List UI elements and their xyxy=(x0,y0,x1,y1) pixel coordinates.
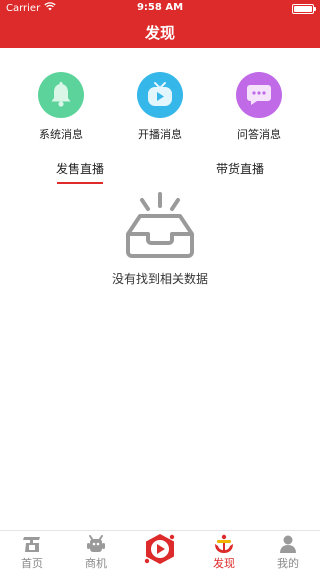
home-shop-icon xyxy=(0,533,64,555)
tab-center-play[interactable] xyxy=(142,534,178,568)
chat-bubble-icon xyxy=(236,72,282,118)
entry-label: 系统消息 xyxy=(39,128,83,141)
empty-box-icon xyxy=(0,190,320,262)
entry-system-messages[interactable]: 系统消息 xyxy=(21,72,101,142)
robot-icon xyxy=(64,533,128,555)
play-center-icon xyxy=(143,533,177,569)
tab-commerce-live[interactable]: 带货直播 xyxy=(180,160,300,177)
tv-play-icon xyxy=(137,72,183,118)
header: Carrier 9:58 AM 发现 xyxy=(0,0,320,48)
tab-label: 商机 xyxy=(85,557,107,569)
page-title: 发现 xyxy=(144,24,175,42)
message-entries: 系统消息 开播消息 问答消息 xyxy=(0,72,320,144)
empty-state: 没有找到相关数据 xyxy=(0,190,320,300)
empty-message: 没有找到相关数据 xyxy=(111,272,208,286)
tab-business[interactable]: 商机 xyxy=(64,533,128,569)
status-time: 9:58 AM xyxy=(136,2,184,13)
tab-mine[interactable]: 我的 xyxy=(256,533,320,569)
battery-icon xyxy=(292,4,316,14)
entry-qa-messages[interactable]: 问答消息 xyxy=(219,72,299,142)
tab-label: 首页 xyxy=(21,557,43,569)
app-root: Carrier 9:58 AM 发现 系统消息 开播消息 问答消息 发售直播 带… xyxy=(0,0,320,569)
battery-level xyxy=(294,6,312,12)
user-icon xyxy=(256,533,320,555)
bell-icon xyxy=(38,72,84,118)
tab-discover[interactable]: 发现 xyxy=(192,533,256,569)
tab-label: 我的 xyxy=(277,557,299,569)
entry-label: 开播消息 xyxy=(138,128,182,141)
tab-home[interactable]: 首页 xyxy=(0,533,64,569)
status-bar: Carrier 9:58 AM xyxy=(0,0,320,17)
entry-live-messages[interactable]: 开播消息 xyxy=(120,72,200,142)
tab-presale-live[interactable]: 发售直播 xyxy=(20,160,140,177)
live-tabs: 发售直播 带货直播 xyxy=(0,160,320,188)
entry-label: 问答消息 xyxy=(237,128,281,141)
active-tab-indicator xyxy=(57,182,103,184)
tab-label: 发现 xyxy=(213,557,235,569)
discover-anchor-icon xyxy=(192,533,256,555)
